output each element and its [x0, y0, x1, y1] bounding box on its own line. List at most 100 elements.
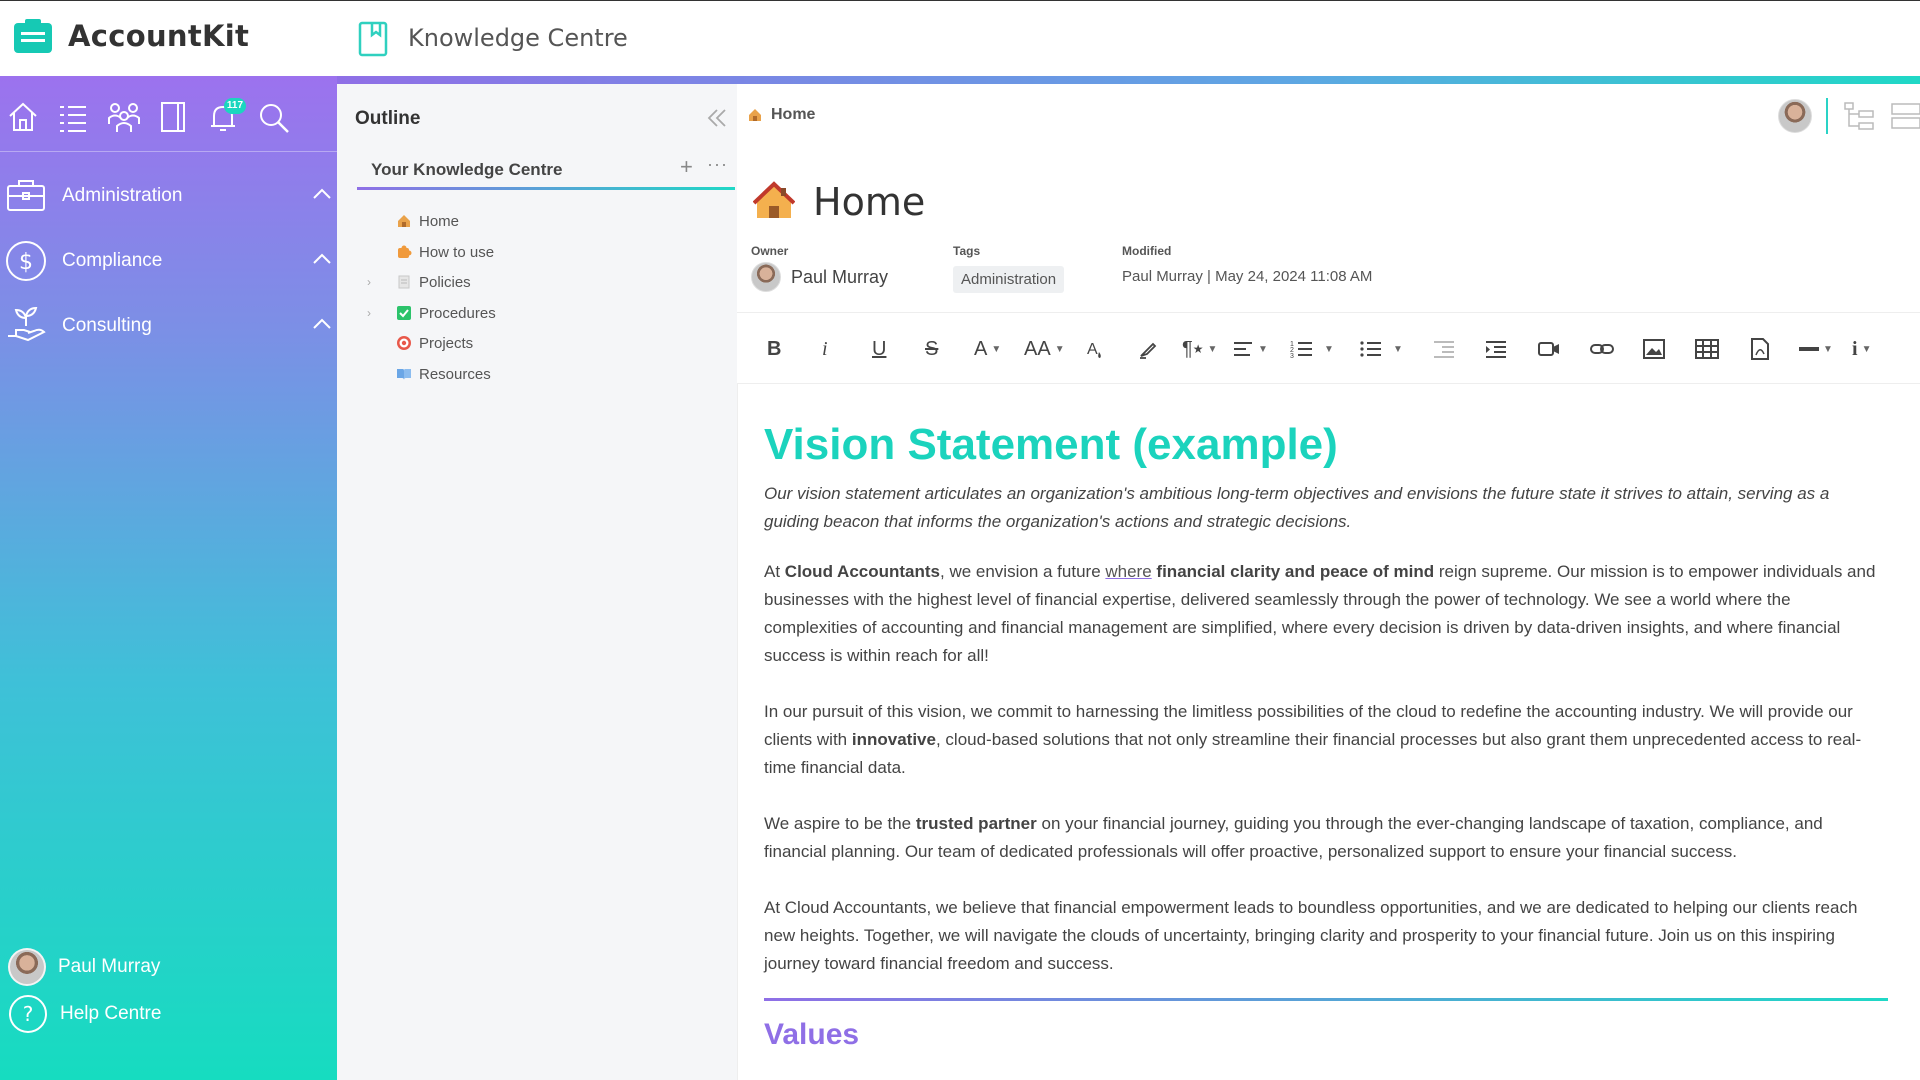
tree-item-how-to-use[interactable]: How to use: [367, 237, 494, 267]
modified-label: Modified: [1122, 244, 1172, 258]
unordered-list-button[interactable]: ▼: [1359, 333, 1403, 365]
hand-plant-icon: [4, 304, 48, 348]
tree-item-label: How to use: [419, 243, 495, 261]
app-title-text: Knowledge Centre: [408, 24, 628, 52]
expand-arrow-icon[interactable]: ›: [367, 275, 383, 289]
tags-label: Tags: [953, 244, 981, 258]
checkbox-icon: [395, 304, 413, 322]
font-size-button[interactable]: AA ▼: [1024, 333, 1065, 365]
book-icon[interactable]: [156, 98, 192, 138]
accountkit-logo-icon: [12, 17, 54, 55]
tree-item-procedures[interactable]: › Procedures: [367, 298, 496, 328]
home-icon[interactable]: [6, 98, 42, 138]
list-icon[interactable]: [56, 98, 92, 138]
expand-arrow-icon[interactable]: ›: [367, 306, 383, 320]
outdent-icon[interactable]: [1432, 333, 1456, 365]
sidebar-icon-row: 117: [0, 98, 337, 146]
owner-field[interactable]: Paul Murray: [751, 262, 888, 292]
chevron-up-icon[interactable]: [312, 188, 332, 200]
bold-button[interactable]: B: [767, 333, 781, 365]
content-area: Home Home Owner Tags Modified Paul Murra…: [737, 84, 1920, 1080]
chevron-up-icon[interactable]: [312, 253, 332, 265]
tree-item-label: Policies: [419, 273, 471, 291]
app-title: Knowledge Centre: [358, 19, 628, 57]
outline-title: Outline: [355, 108, 421, 129]
align-button[interactable]: ▼: [1232, 333, 1268, 365]
paragraph-3: We aspire to be the trusted partner on y…: [764, 814, 1823, 861]
help-label: Help Centre: [60, 1003, 162, 1024]
tree-title: Your Knowledge Centre: [371, 160, 563, 179]
horizontal-rule-button[interactable]: ▼: [1799, 333, 1833, 365]
paragraph-style-button[interactable]: ¶ ★ ▼: [1182, 333, 1217, 365]
italic-button[interactable]: i: [822, 333, 828, 365]
accent-bar: [337, 76, 1920, 84]
brand-name: AccountKit: [68, 19, 250, 53]
image-icon[interactable]: [1642, 333, 1666, 365]
avatar: [751, 262, 781, 292]
document-heading: Vision Statement (example): [764, 420, 1338, 469]
paragraph-4: At Cloud Accountants, we believe that fi…: [764, 898, 1858, 973]
pdf-icon[interactable]: [1749, 333, 1771, 365]
tree-item-label: Projects: [419, 334, 474, 352]
indent-icon[interactable]: [1484, 333, 1508, 365]
layout-view-icon[interactable]: [1890, 99, 1920, 133]
dollar-icon: $: [4, 239, 48, 283]
paragraph-2: In our pursuit of this vision, we commit…: [764, 702, 1862, 777]
highlighter-icon[interactable]: [1137, 333, 1159, 365]
sidebar-help[interactable]: ? Help Centre: [8, 994, 161, 1034]
tag-chip[interactable]: Administration: [953, 266, 1065, 293]
top-bar: AccountKit Knowledge Centre: [0, 0, 1920, 76]
more-options-icon[interactable]: ···: [707, 154, 728, 175]
house-icon: [753, 180, 795, 222]
sidebar-item-compliance[interactable]: $ Compliance: [0, 233, 337, 289]
add-page-icon[interactable]: +: [680, 154, 693, 180]
table-icon[interactable]: [1694, 333, 1720, 365]
collapse-panel-icon[interactable]: [705, 108, 729, 128]
avatar[interactable]: [1778, 99, 1812, 133]
video-icon[interactable]: [1537, 333, 1561, 365]
tree-item-label: Resources: [419, 365, 491, 383]
help-icon: ?: [8, 994, 48, 1034]
search-icon[interactable]: [256, 98, 292, 138]
paragraph-1: At Cloud Accountants, we envision a futu…: [764, 562, 1876, 665]
tree-item-projects[interactable]: Projects: [367, 328, 473, 358]
modified-value: Paul Murray | May 24, 2024 11:08 AM: [1122, 268, 1373, 285]
clear-format-icon[interactable]: A: [1085, 333, 1107, 365]
house-icon: [747, 107, 763, 123]
tree-item-home[interactable]: Home: [367, 206, 459, 236]
breadcrumb-label: Home: [771, 106, 816, 123]
more-info-button[interactable]: i ▼: [1852, 333, 1871, 365]
values-heading: Values: [764, 1018, 860, 1051]
link-icon[interactable]: [1589, 333, 1615, 365]
notification-badge: 117: [224, 98, 246, 114]
svg-text:3: 3: [1290, 353, 1294, 359]
font-color-button[interactable]: A ▼: [974, 333, 1001, 365]
tree-item-resources[interactable]: Resources: [367, 359, 491, 389]
breadcrumb[interactable]: Home: [747, 106, 815, 124]
ordered-list-button[interactable]: 1 2 3 ▼: [1290, 333, 1334, 365]
editor-toolbar: B i U S A ▼ AA ▼ A ¶ ★ ▼ ▼ 1 2 3 ▼ ▼ ▼ i ▼: [737, 312, 1920, 384]
page-title: Home: [813, 180, 926, 224]
sidebar-divider: [0, 151, 337, 152]
bell-icon[interactable]: 117: [206, 98, 246, 138]
tree-view-icon[interactable]: [1842, 99, 1876, 133]
chevron-up-icon[interactable]: [312, 318, 332, 330]
sidebar-item-consulting[interactable]: Consulting: [0, 298, 337, 354]
strikethrough-button[interactable]: S: [925, 333, 938, 365]
sidebar-item-label: Compliance: [62, 250, 163, 271]
team-icon[interactable]: [106, 98, 142, 138]
tree-item-label: Home: [419, 212, 460, 230]
tree-header[interactable]: Your Knowledge Centre + ···: [357, 152, 735, 190]
tree-item-policies[interactable]: › Policies: [367, 267, 471, 297]
open-book-icon: [395, 365, 413, 383]
avatar: [8, 948, 46, 986]
owner-name: Paul Murray: [791, 266, 889, 287]
sidebar-item-administration[interactable]: Administration: [0, 168, 337, 224]
sidebar-item-label: Consulting: [62, 315, 152, 336]
brand[interactable]: AccountKit: [12, 17, 249, 55]
sidebar-user[interactable]: Paul Murray: [8, 948, 160, 986]
editor-body[interactable]: Vision Statement (example) Our vision st…: [737, 384, 1920, 1080]
target-icon: [395, 334, 413, 352]
owner-label: Owner: [751, 244, 789, 258]
underline-button[interactable]: U: [872, 333, 886, 365]
